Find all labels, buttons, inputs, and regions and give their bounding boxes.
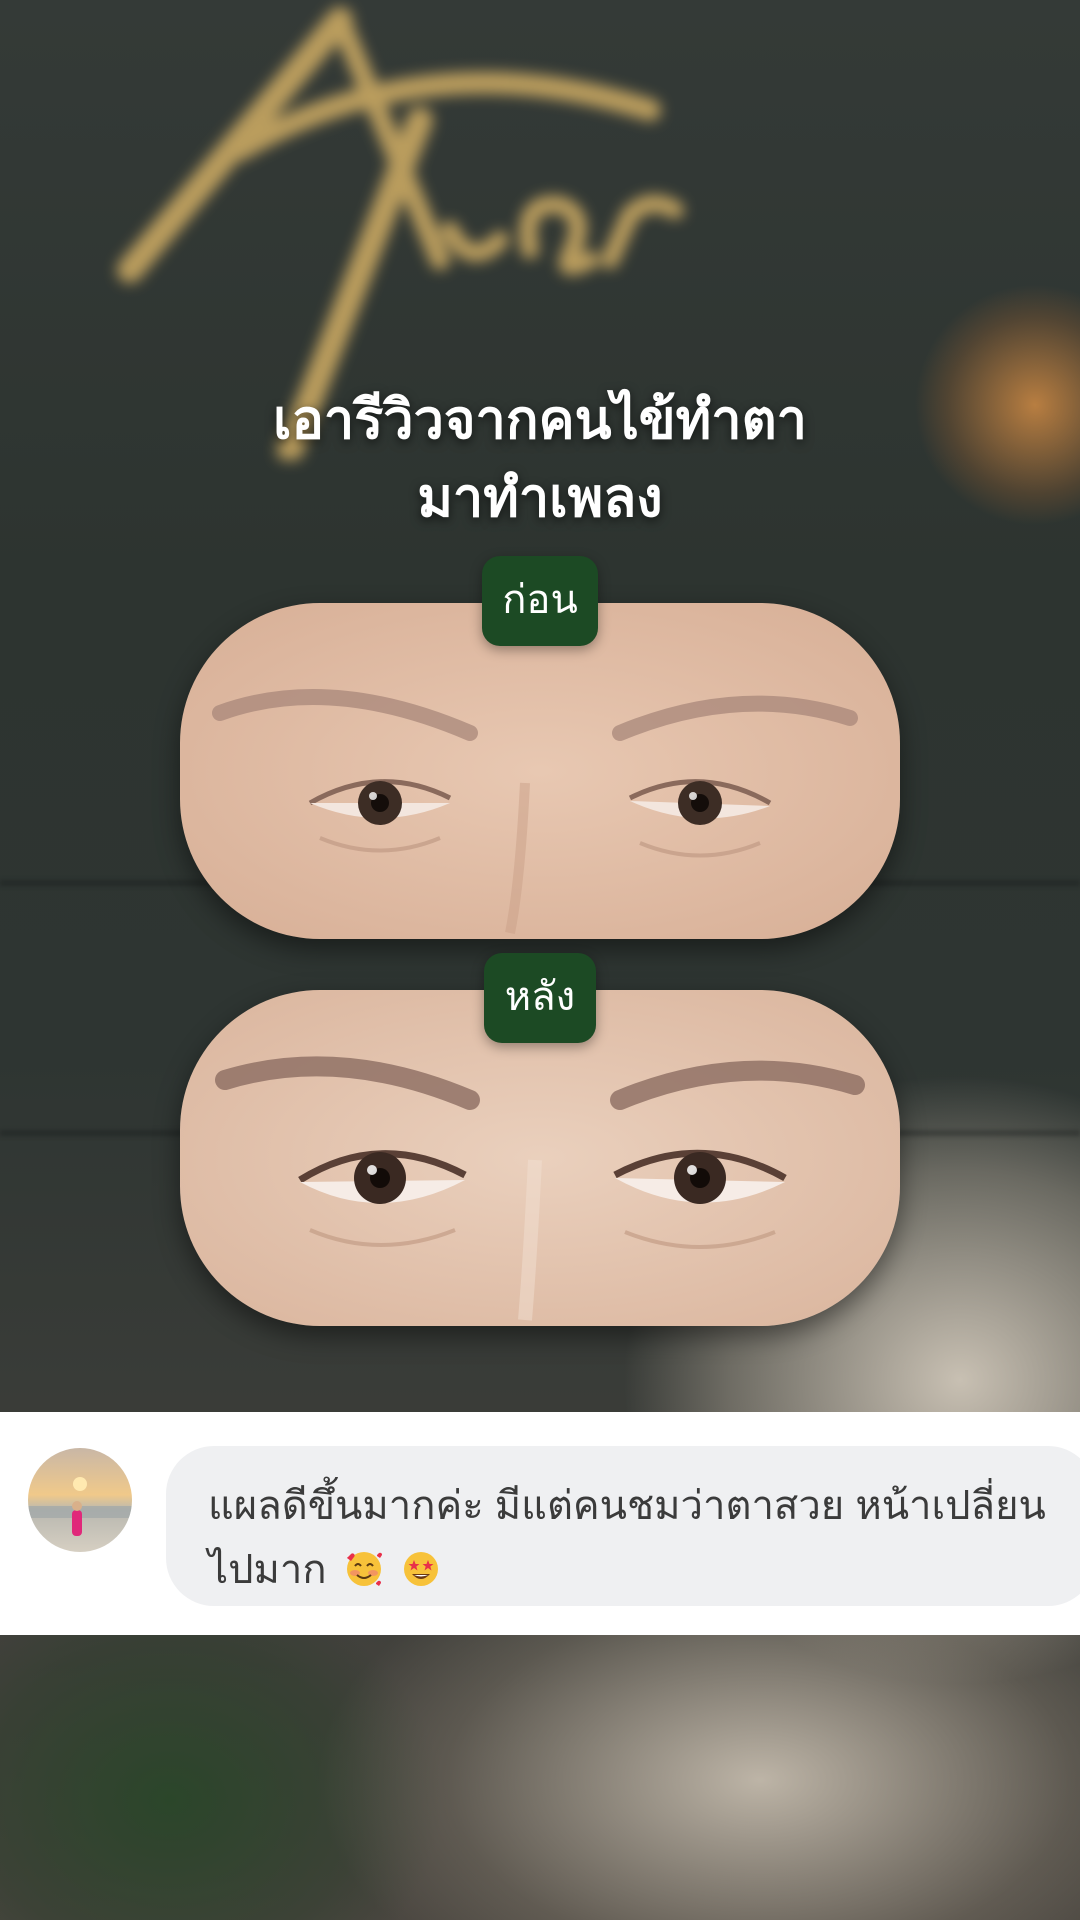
comment-card: แผลดีขึ้นมากค่ะ มีแต่คนชมว่าตาสวย หน้าเป… bbox=[0, 1412, 1080, 1635]
before-photo bbox=[180, 603, 900, 939]
headline-line-1: เอารีวิวจากคนไข้ทำตา bbox=[273, 388, 807, 451]
after-label: หลัง bbox=[484, 953, 596, 1043]
star-struck-icon bbox=[403, 1552, 438, 1586]
before-label: ก่อน bbox=[482, 556, 598, 646]
comment-text: แผลดีขึ้นมากค่ะ มีแต่คนชมว่าตาสวย หน้าเป… bbox=[208, 1474, 1048, 1602]
headline-line-2: มาทำเพลง bbox=[417, 466, 663, 529]
comment-bubble: แผลดีขึ้นมากค่ะ มีแต่คนชมว่าตาสวย หน้าเป… bbox=[166, 1446, 1080, 1606]
avatar[interactable] bbox=[28, 1448, 132, 1552]
smiling-face-with-hearts-icon bbox=[346, 1552, 382, 1586]
comment-text-body: แผลดีขึ้นมากค่ะ มีแต่คนชมว่าตาสวย หน้าเป… bbox=[208, 1484, 1046, 1592]
